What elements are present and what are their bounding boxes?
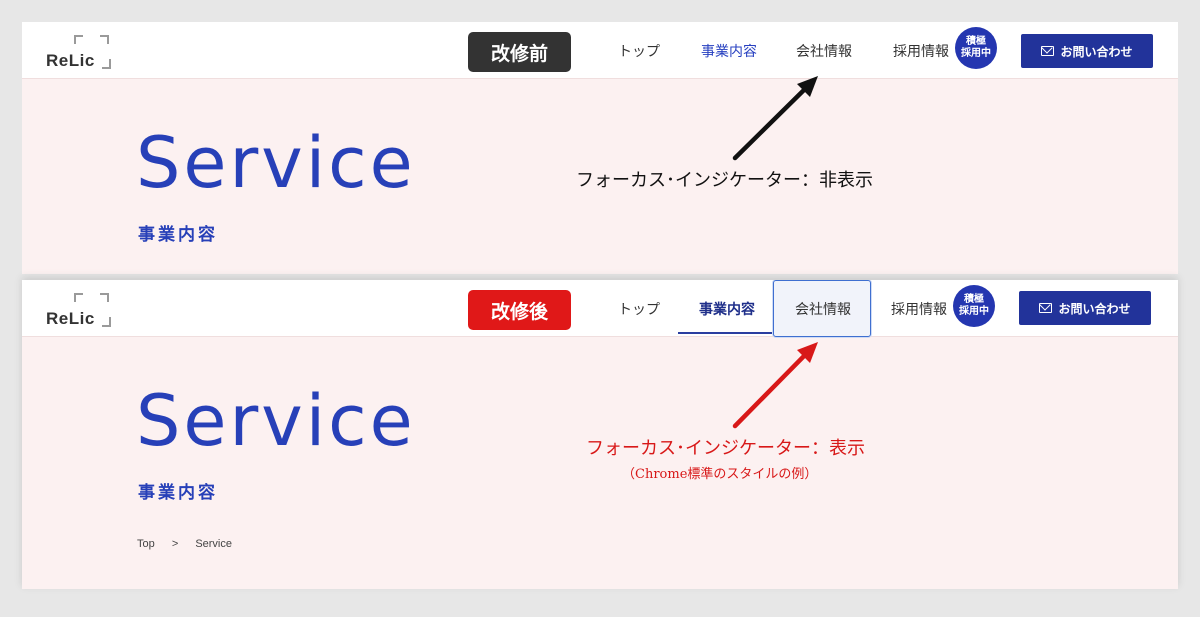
arrow-icon (732, 342, 818, 429)
annotation-arrows (732, 76, 818, 429)
arrow-icon (732, 76, 818, 161)
